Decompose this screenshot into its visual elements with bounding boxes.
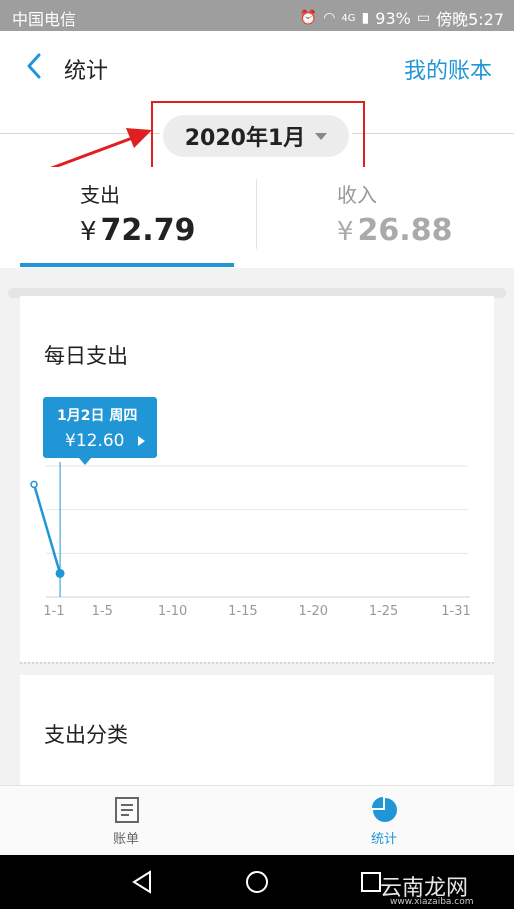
home-circle-icon[interactable] [244, 869, 270, 895]
tooltip-value: ¥12.60 [65, 431, 125, 451]
currency-symbol: ¥ [80, 217, 97, 247]
tab-expense[interactable]: 支出 ¥72.79 [0, 167, 257, 268]
x-tick-label: 1-10 [158, 604, 188, 619]
bill-icon [115, 797, 139, 823]
daily-expense-chart[interactable]: 1-1 1-5 1-10 1-15 1-20 1-25 1-31 [20, 296, 494, 662]
expense-amount: ¥72.79 [80, 213, 195, 248]
x-tick-label: 1-25 [369, 604, 399, 619]
nav-statistics-label: 统计 [371, 832, 398, 847]
watermark-url: www.xiazaiba.com [390, 897, 474, 907]
card-separator [20, 662, 494, 675]
income-value: 26.88 [357, 213, 453, 248]
tooltip-pointer [79, 458, 91, 465]
back-triangle-icon[interactable] [130, 869, 156, 895]
pie-chart-icon [372, 797, 397, 822]
data-point [30, 480, 38, 489]
play-arrow-icon [138, 436, 145, 446]
active-tab-indicator [20, 263, 234, 267]
bottom-nav: 账单 统计 [0, 785, 514, 855]
chart-tooltip[interactable]: 1月2日 周四 ¥12.60 [43, 397, 157, 465]
expense-value: 72.79 [100, 213, 196, 248]
daily-expense-card: 每日支出 1-1 1-5 1-10 1-15 1-20 1-25 1-31 1月2日 周四 … [20, 296, 494, 662]
currency-symbol: ¥ [337, 217, 354, 247]
x-tick-label: 1-1 [43, 604, 64, 619]
nav-bill[interactable]: 账单 [0, 786, 257, 856]
data-point-selected [55, 568, 65, 578]
income-amount: ¥26.88 [337, 213, 452, 248]
x-tick-label: 1-5 [92, 604, 113, 619]
tooltip-date: 1月2日 周四 [57, 408, 138, 424]
x-tick-label: 1-15 [228, 604, 258, 619]
tab-income-label: 收入 [337, 183, 377, 207]
category-title: 支出分类 [44, 723, 128, 747]
tab-expense-label: 支出 [80, 183, 120, 207]
category-card: 支出分类 [20, 675, 494, 795]
series-line [32, 484, 62, 574]
x-tick-label: 1-20 [299, 604, 329, 619]
nav-bill-label: 账单 [113, 832, 140, 847]
x-tick-label: 1-31 [441, 604, 471, 619]
summary-tabs: 支出 ¥72.79 收入 ¥26.88 [0, 167, 514, 268]
nav-statistics[interactable]: 统计 [257, 786, 514, 856]
tab-income[interactable]: 收入 ¥26.88 [257, 167, 514, 268]
